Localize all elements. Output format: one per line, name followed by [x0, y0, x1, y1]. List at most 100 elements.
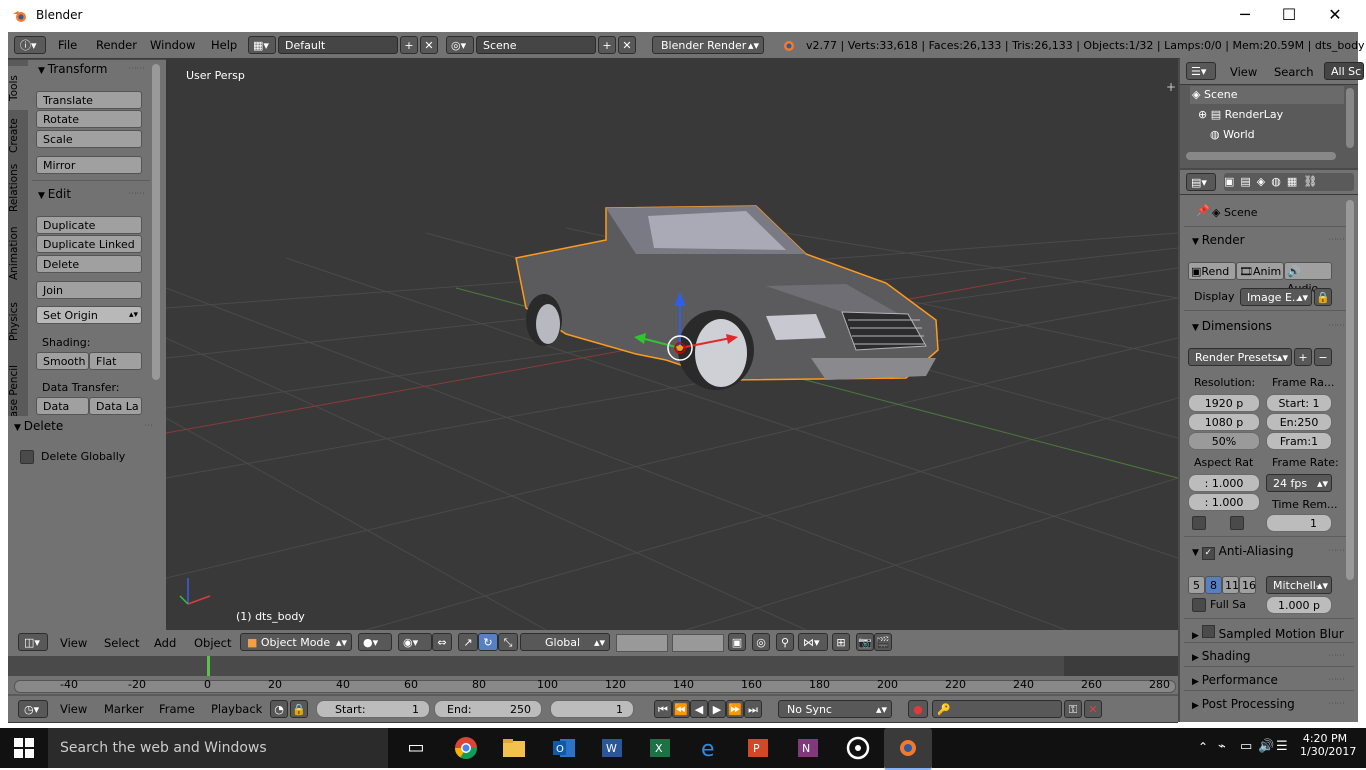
panel-grip-icon[interactable]: ⋯⋯ — [1328, 675, 1345, 685]
flat-button[interactable]: Flat — [89, 352, 142, 370]
sampled-motion-blur-panel-header[interactable]: ▶ Sampled Motion Blur — [1192, 625, 1344, 641]
rotate-button[interactable]: Rotate — [36, 110, 142, 128]
layers-grid-2[interactable] — [672, 634, 724, 652]
tab-tools[interactable]: Tools — [8, 66, 28, 110]
aa-samples-16[interactable]: 16 — [1239, 576, 1256, 594]
time-remap-new-field[interactable]: 1 — [1266, 514, 1332, 532]
start-frame-field[interactable]: Start: 1 — [316, 700, 430, 718]
lock-layers-icon[interactable]: ▣ — [728, 633, 746, 651]
sync-mode-dropdown[interactable]: No Sync ▴▾ — [778, 700, 892, 718]
3d-viewport[interactable]: User Persp (1) dts_body + — [166, 58, 1178, 630]
preset-add-icon[interactable]: + — [1294, 348, 1312, 366]
data-layout-button[interactable]: Data La — [89, 397, 142, 415]
record-icon[interactable]: ● — [908, 700, 928, 718]
tab-relations[interactable]: Relations — [8, 160, 28, 216]
data-transfer-button[interactable]: Data — [36, 397, 89, 415]
pivot-point-icon[interactable]: ◉▾ — [398, 633, 432, 651]
edit-panel-header[interactable]: ▼ Edit — [38, 187, 71, 201]
editor-type-3d-icon[interactable]: ◫▾ — [18, 633, 48, 651]
edge-icon[interactable]: e — [696, 734, 724, 762]
timeline-menu-view[interactable]: View — [60, 702, 87, 716]
volume-icon[interactable]: 🔊 — [1258, 739, 1274, 754]
join-button[interactable]: Join — [36, 281, 142, 299]
lock-interface-icon[interactable]: 🔒 — [1314, 288, 1332, 306]
duplicate-button[interactable]: Duplicate — [36, 216, 142, 234]
delete-globally-checkbox[interactable] — [20, 450, 34, 464]
scene-add-icon[interactable]: + — [598, 36, 616, 54]
translate-button[interactable]: Translate — [36, 91, 142, 109]
scene-remove-icon[interactable]: ✕ — [618, 36, 636, 54]
onenote-icon[interactable]: N — [794, 734, 822, 762]
crop-checkbox[interactable] — [1230, 516, 1244, 530]
panel-grip-icon[interactable]: ⋯⋯ — [1328, 651, 1345, 661]
outliner-item-scene[interactable]: ◈ Scene — [1192, 88, 1238, 101]
action-center-icon[interactable]: ☰ — [1276, 739, 1288, 754]
manipulator-toggle-icon[interactable]: ⇔ — [432, 633, 452, 651]
menu-add[interactable]: Add — [154, 636, 176, 650]
tab-create[interactable]: Create — [8, 116, 28, 156]
jump-keyframe-forward-icon[interactable]: ⏩ — [726, 700, 744, 718]
delete-operator-panel-title[interactable]: ▼ Delete — [14, 419, 63, 433]
outliner-item-world[interactable]: ◍ World — [1210, 128, 1255, 141]
outliner-item-renderlayers[interactable]: ⊕ ▤ RenderLay — [1198, 108, 1283, 121]
display-dropdown[interactable]: Image E... ▴▾ — [1240, 288, 1312, 306]
outliner-filter-dropdown[interactable]: All Sc — [1324, 62, 1364, 80]
outliner-menu-search[interactable]: Search — [1274, 65, 1314, 79]
task-view-icon[interactable]: ▭ — [402, 734, 430, 762]
outlook-icon[interactable]: O — [550, 734, 578, 762]
rotate-manipulator-icon[interactable]: ↻ — [478, 633, 498, 651]
battery-icon[interactable]: ▭ — [1240, 739, 1252, 754]
editor-type-properties-icon[interactable]: ▤▾ — [1186, 173, 1216, 191]
mode-dropdown[interactable]: ■ Object Mode ▴▾ — [240, 633, 352, 651]
delete-keyframe-icon[interactable]: ✕ — [1084, 700, 1102, 718]
aspect-x-field[interactable]: : 1.000 — [1188, 474, 1260, 492]
taskbar-search-box[interactable]: Search the web and Windows — [48, 728, 388, 768]
frame-step-field[interactable]: Fram:1 — [1266, 432, 1332, 450]
tab-physics[interactable]: Physics — [8, 290, 28, 354]
timeline-current-frame-marker[interactable] — [207, 656, 210, 676]
aspect-y-field[interactable]: : 1.000 — [1188, 493, 1260, 511]
border-checkbox[interactable] — [1192, 516, 1206, 530]
frame-start-field[interactable]: Start: 1 — [1266, 394, 1332, 412]
resolution-y-field[interactable]: 1080 p — [1188, 413, 1260, 431]
panel-grip-icon[interactable]: ⋯⋯ — [1328, 546, 1345, 556]
layout-name-field[interactable]: Default — [278, 36, 398, 54]
scene-selector-icon[interactable]: ◎▾ — [446, 36, 474, 54]
timeline-area[interactable]: -40 -20 0 20 40 60 80 100 120 140 160 18… — [8, 656, 1178, 696]
layout-remove-icon[interactable]: ✕ — [420, 36, 438, 54]
smooth-button[interactable]: Smooth — [36, 352, 89, 370]
render-anim-button[interactable]: 🎞Anim — [1236, 262, 1284, 280]
panel-grip-icon[interactable]: ⋯⋯ — [128, 189, 145, 199]
properties-scrollbar[interactable] — [1346, 200, 1354, 580]
blender-taskbar-icon[interactable] — [884, 728, 932, 770]
play-icon[interactable]: ▶ — [708, 700, 726, 718]
render-still-button[interactable]: ▣Rend — [1188, 262, 1236, 280]
menu-window[interactable]: Window — [150, 38, 195, 52]
post-processing-panel-header[interactable]: ▶ Post Processing — [1192, 697, 1295, 711]
anti-aliasing-checkbox[interactable]: ✓ — [1201, 547, 1215, 560]
toolshelf-scrollbar[interactable] — [152, 64, 160, 380]
render-panel-header[interactable]: ▼ Render — [1192, 233, 1245, 247]
timeline-menu-marker[interactable]: Marker — [104, 702, 144, 716]
anti-aliasing-panel-header[interactable]: ▼ ✓ Anti-Aliasing — [1192, 544, 1294, 560]
render-still-icon[interactable]: 📷 — [856, 633, 874, 651]
duplicate-linked-button[interactable]: Duplicate Linked — [36, 235, 142, 253]
scale-manipulator-icon[interactable]: ⤡ — [498, 633, 518, 651]
editor-type-timeline-icon[interactable]: ◷▾ — [18, 700, 48, 718]
snap-icon[interactable]: ⚲ — [776, 633, 794, 651]
excel-icon[interactable]: X — [646, 734, 674, 762]
menu-render[interactable]: Render — [96, 38, 137, 52]
shading-panel-header[interactable]: ▶ Shading — [1192, 649, 1251, 663]
layout-add-icon[interactable]: + — [400, 36, 418, 54]
network-icon[interactable]: ⌁ — [1218, 739, 1226, 754]
word-icon[interactable]: W — [598, 734, 626, 762]
outliner-v-scrollbar[interactable] — [1346, 88, 1354, 148]
filter-size-field[interactable]: 1.000 p — [1266, 596, 1332, 614]
tray-chevron-icon[interactable]: ⌃ — [1198, 740, 1208, 754]
layers-grid-1[interactable] — [616, 634, 668, 652]
mirror-button[interactable]: Mirror — [36, 156, 142, 174]
properties-context-tabs[interactable]: ▣▤◈◍▦⛓ — [1224, 173, 1354, 191]
snap-target-icon[interactable]: ⊞ — [832, 633, 850, 651]
render-presets-dropdown[interactable]: Render Presets ▴▾ — [1188, 348, 1292, 366]
transform-panel-header[interactable]: ▼ Transform — [38, 62, 108, 76]
